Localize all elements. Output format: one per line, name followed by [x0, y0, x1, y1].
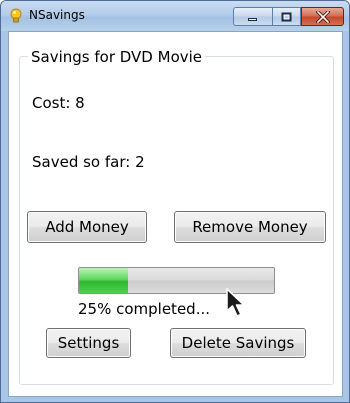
settings-button[interactable]: Settings [46, 328, 131, 358]
saved-label: Saved so far: 2 [32, 153, 145, 171]
remove-money-button[interactable]: Remove Money [174, 211, 326, 243]
close-icon [315, 10, 330, 23]
app-window: NSavings Savings for DVD Movie Cost: 8 S… [0, 0, 350, 403]
mouse-cursor-icon [226, 288, 245, 317]
group-title: Savings for DVD Movie [28, 48, 206, 66]
client-area: Savings for DVD Movie Cost: 8 Saved so f… [8, 31, 343, 397]
lightbulb-icon [10, 8, 22, 23]
cost-label: Cost: 8 [32, 94, 85, 112]
maximize-button[interactable] [273, 7, 301, 26]
add-money-button[interactable]: Add Money [27, 211, 147, 243]
progress-fill [79, 268, 128, 293]
delete-savings-button[interactable]: Delete Savings [170, 328, 306, 358]
window-title: NSavings [29, 8, 85, 22]
maximize-icon [281, 12, 291, 21]
title-bar[interactable]: NSavings [1, 1, 349, 31]
minimize-icon [248, 17, 257, 21]
progress-text: 25% completed... [78, 300, 210, 318]
close-button[interactable] [301, 7, 344, 26]
minimize-button[interactable] [233, 7, 273, 26]
